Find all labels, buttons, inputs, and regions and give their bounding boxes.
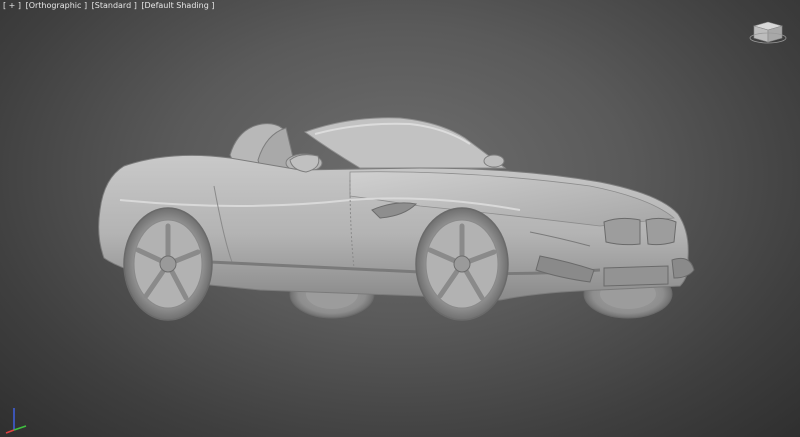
rear-near-wheel <box>123 207 213 321</box>
car-model-render <box>98 117 695 321</box>
axis-tripod-icon <box>5 408 27 434</box>
windshield <box>303 117 507 169</box>
3d-viewport[interactable]: [ + ] [Orthographic ] [Standard ] [Defau… <box>0 0 800 437</box>
front-near-wheel <box>415 207 509 321</box>
